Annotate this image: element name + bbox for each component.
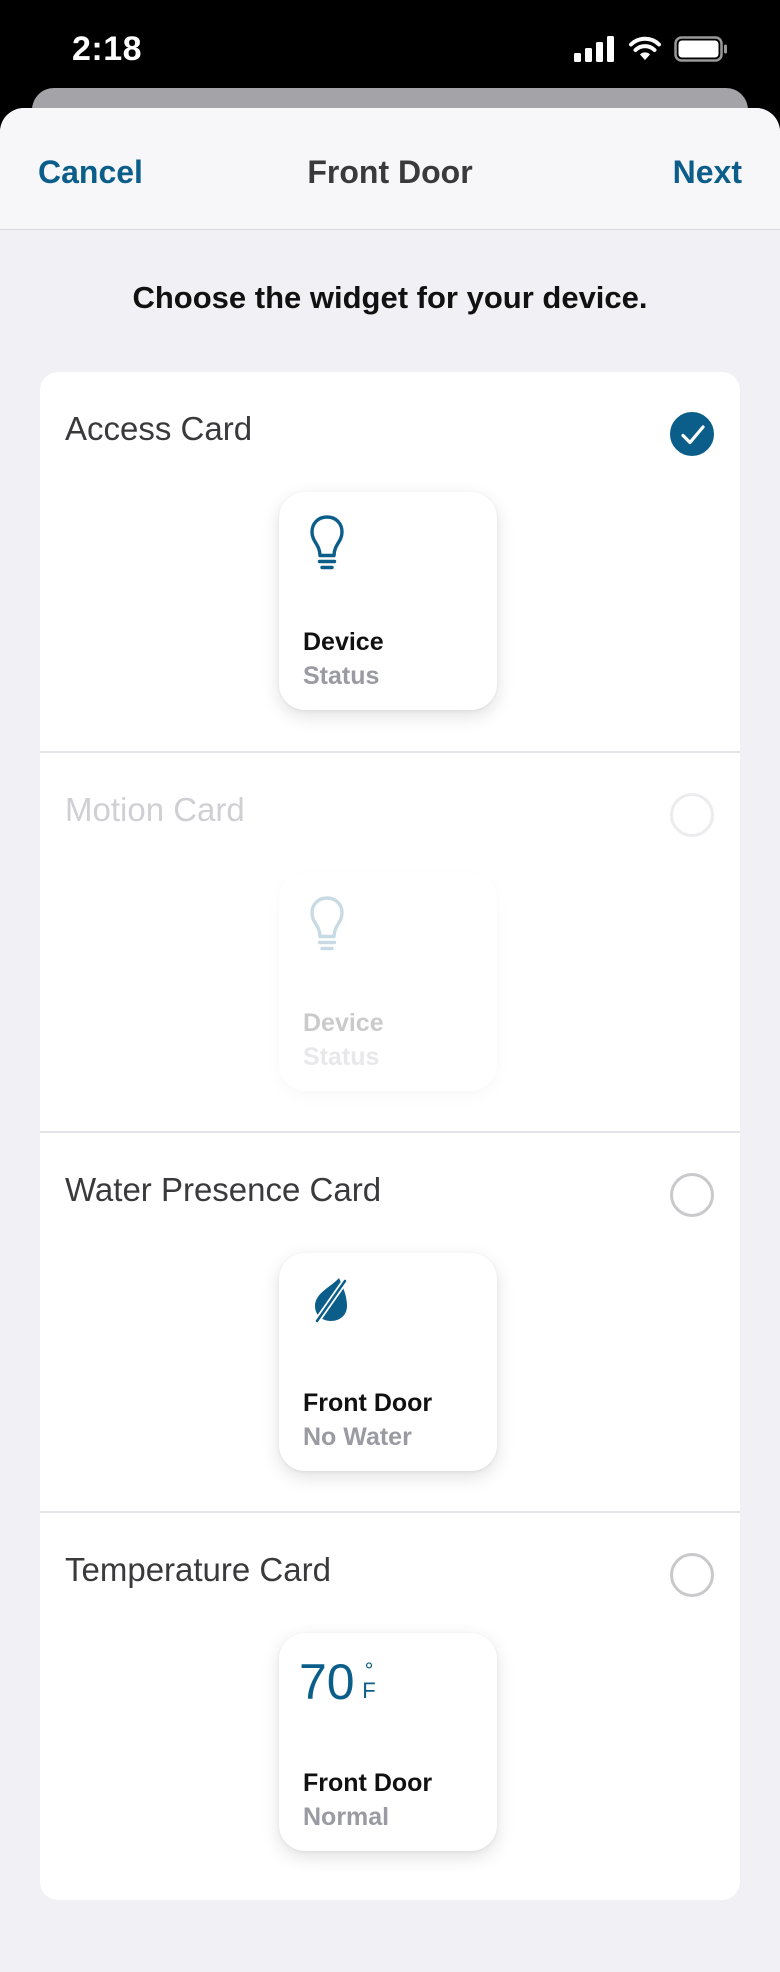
preview-device-name: Front Door [303, 1769, 433, 1797]
widget-preview: Device Status [279, 492, 497, 710]
next-button[interactable]: Next [673, 154, 742, 191]
option-temperature-card[interactable]: Temperature Card 70 ° F Front Door Norma… [40, 1511, 740, 1891]
radio-selected[interactable] [670, 412, 714, 456]
option-access-card[interactable]: Access Card Device Status [40, 372, 740, 752]
widget-preview: Front Door No Water [279, 1253, 497, 1471]
fahrenheit-letter: F [362, 1678, 376, 1703]
widget-picker-sheet: Cancel Front Door Next Choose the widget… [0, 108, 780, 1972]
radio-unselected[interactable] [670, 1173, 714, 1217]
widget-preview: 70 ° F Front Door Normal [279, 1633, 497, 1851]
wifi-icon [629, 36, 661, 60]
widget-preview: Device Status [279, 873, 497, 1091]
no-water-drop-icon [314, 1278, 348, 1324]
widget-options-list: Access Card Device Status Motion Card De… [40, 372, 740, 1900]
preview-status: Normal [303, 1803, 390, 1831]
preview-device-name: Front Door [303, 1389, 433, 1417]
temperature-value: 70 [299, 1654, 355, 1710]
cellular-signal-icon [574, 36, 614, 62]
option-motion-card: Motion Card Device Status [40, 751, 740, 1131]
option-label: Temperature Card [65, 1551, 331, 1588]
option-label: Motion Card [65, 791, 245, 828]
option-label: Water Presence Card [65, 1171, 382, 1208]
preview-status: Status [303, 1043, 380, 1071]
preview-device-name: Device [303, 628, 384, 656]
instruction-text: Choose the widget for your device. [132, 280, 648, 315]
radio-unselected [670, 793, 714, 837]
radio-unselected[interactable] [670, 1553, 714, 1597]
status-time: 2:18 [72, 30, 143, 68]
option-label: Access Card [65, 410, 253, 447]
preview-status: Status [303, 662, 380, 690]
status-icons [574, 36, 728, 62]
preview-status: No Water [303, 1423, 412, 1451]
option-water-presence-card[interactable]: Water Presence Card Front Door No Water [40, 1131, 740, 1511]
navigation-bar: Cancel Front Door Next [0, 108, 780, 230]
preview-device-name: Device [303, 1009, 384, 1037]
battery-icon [674, 36, 727, 62]
checkmark-icon [681, 425, 705, 445]
lightbulb-icon [310, 515, 344, 570]
status-bar: 2:18 [0, 0, 780, 100]
temperature-unit: ° F [359, 1660, 379, 1703]
cancel-button[interactable]: Cancel [38, 154, 143, 191]
lightbulb-icon [310, 896, 344, 951]
